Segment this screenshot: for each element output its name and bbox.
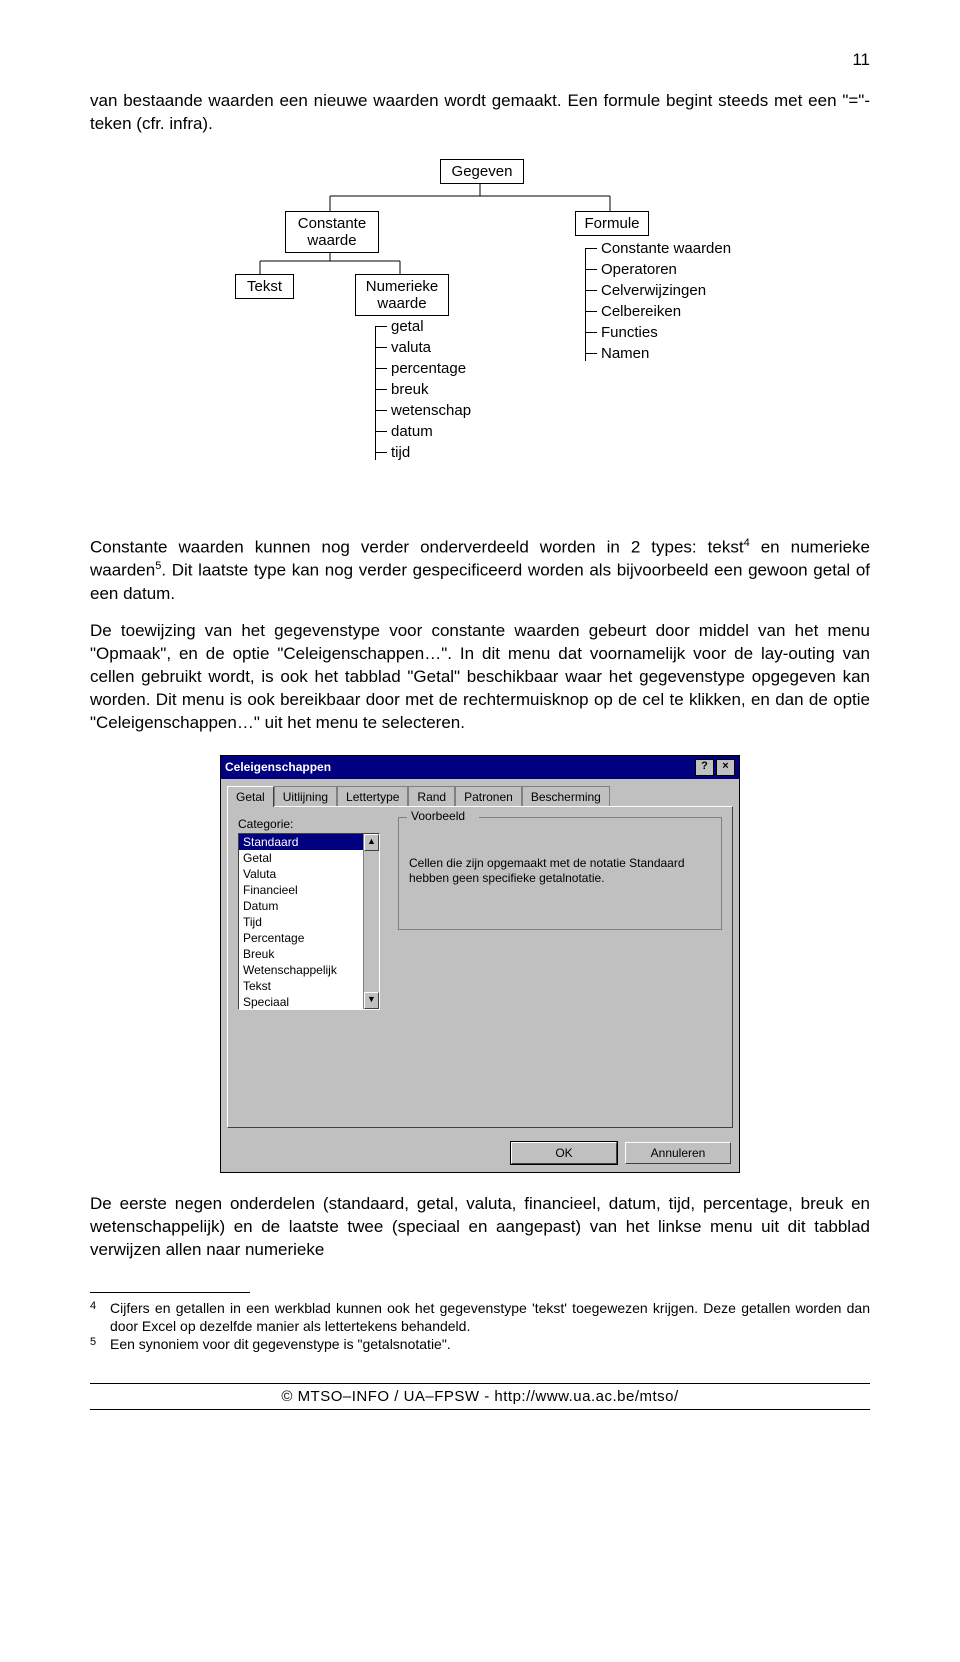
categorie-listbox[interactable]: Standaard Getal Valuta Financieel Datum …: [238, 833, 380, 1010]
diagram-box-gegeven: Gegeven: [440, 159, 524, 184]
list-item[interactable]: Getal: [239, 850, 379, 866]
diagram-box-tekst: Tekst: [235, 274, 294, 299]
dialog-title-text: Celeigenschappen: [225, 760, 331, 774]
dialog-tabstrip: Getal Uitlijning Lettertype Rand Patrone…: [221, 779, 739, 806]
diagram-list-numerieke-children: getal valuta percentage breuk wetenschap…: [375, 316, 471, 463]
list-item[interactable]: Breuk: [239, 946, 379, 962]
footnote-4: 4 Cijfers en getallen in een werkblad ku…: [90, 1299, 870, 1335]
paragraph-opmaak-menu: De toewijzing van het gegevenstype voor …: [90, 620, 870, 735]
voorbeeld-label: Voorbeeld: [407, 809, 469, 823]
paragraph-types: Constante waarden kunnen nog verder onde…: [90, 536, 870, 606]
list-item[interactable]: Valuta: [239, 866, 379, 882]
footnote-5: 5 Een synoniem voor dit gegevenstype is …: [90, 1335, 870, 1353]
dialog-celeigenschappen: Celeigenschappen ? × Getal Uitlijning Le…: [220, 755, 740, 1173]
list-item[interactable]: Tijd: [239, 914, 379, 930]
list-item[interactable]: Tekst: [239, 978, 379, 994]
dialog-titlebar[interactable]: Celeigenschappen ? ×: [221, 756, 739, 779]
list-item[interactable]: Wetenschappelijk: [239, 962, 379, 978]
list-item[interactable]: Financieel: [239, 882, 379, 898]
list-item[interactable]: Standaard: [239, 834, 379, 850]
paragraph-intro: van bestaande waarden een nieuwe waarden…: [90, 90, 870, 136]
listbox-scrollbar[interactable]: ▲ ▼: [363, 834, 379, 1009]
page-number: 11: [90, 50, 870, 70]
tab-rand[interactable]: Rand: [408, 786, 455, 807]
diagram-box-constante-waarde: Constante waarde: [285, 211, 379, 253]
close-button[interactable]: ×: [716, 759, 735, 776]
tab-getal[interactable]: Getal: [227, 786, 274, 807]
diagram-box-formule: Formule: [575, 211, 649, 236]
tab-uitlijning[interactable]: Uitlijning: [274, 786, 337, 807]
scroll-up-icon[interactable]: ▲: [364, 834, 379, 851]
tab-lettertype[interactable]: Lettertype: [337, 786, 408, 807]
footnote-separator: [90, 1292, 250, 1293]
list-item[interactable]: Percentage: [239, 930, 379, 946]
list-item[interactable]: Datum: [239, 898, 379, 914]
scroll-down-icon[interactable]: ▼: [364, 992, 379, 1009]
diagram-box-numerieke-waarde: Numerieke waarde: [355, 274, 449, 316]
voorbeeld-groupbox: Voorbeeld Cellen die zijn opgemaakt met …: [398, 817, 722, 930]
ok-button[interactable]: OK: [511, 1142, 617, 1164]
tab-bescherming[interactable]: Bescherming: [522, 786, 610, 807]
tab-patronen[interactable]: Patronen: [455, 786, 522, 807]
paragraph-after-dialog: De eerste negen onderdelen (standaard, g…: [90, 1193, 870, 1262]
page-footer: © MTSO–INFO / UA–FPSW - http://www.ua.ac…: [90, 1383, 870, 1410]
voorbeeld-text: Cellen die zijn opgemaakt met de notatie…: [409, 856, 711, 887]
hierarchy-diagram: Gegeven Constante waarde Formule Tekst N…: [180, 156, 780, 516]
diagram-list-formule-children: Constante waarden Operatoren Celverwijzi…: [585, 238, 731, 364]
list-item[interactable]: Speciaal: [239, 994, 379, 1010]
help-button[interactable]: ?: [695, 759, 714, 776]
cancel-button[interactable]: Annuleren: [625, 1142, 731, 1164]
